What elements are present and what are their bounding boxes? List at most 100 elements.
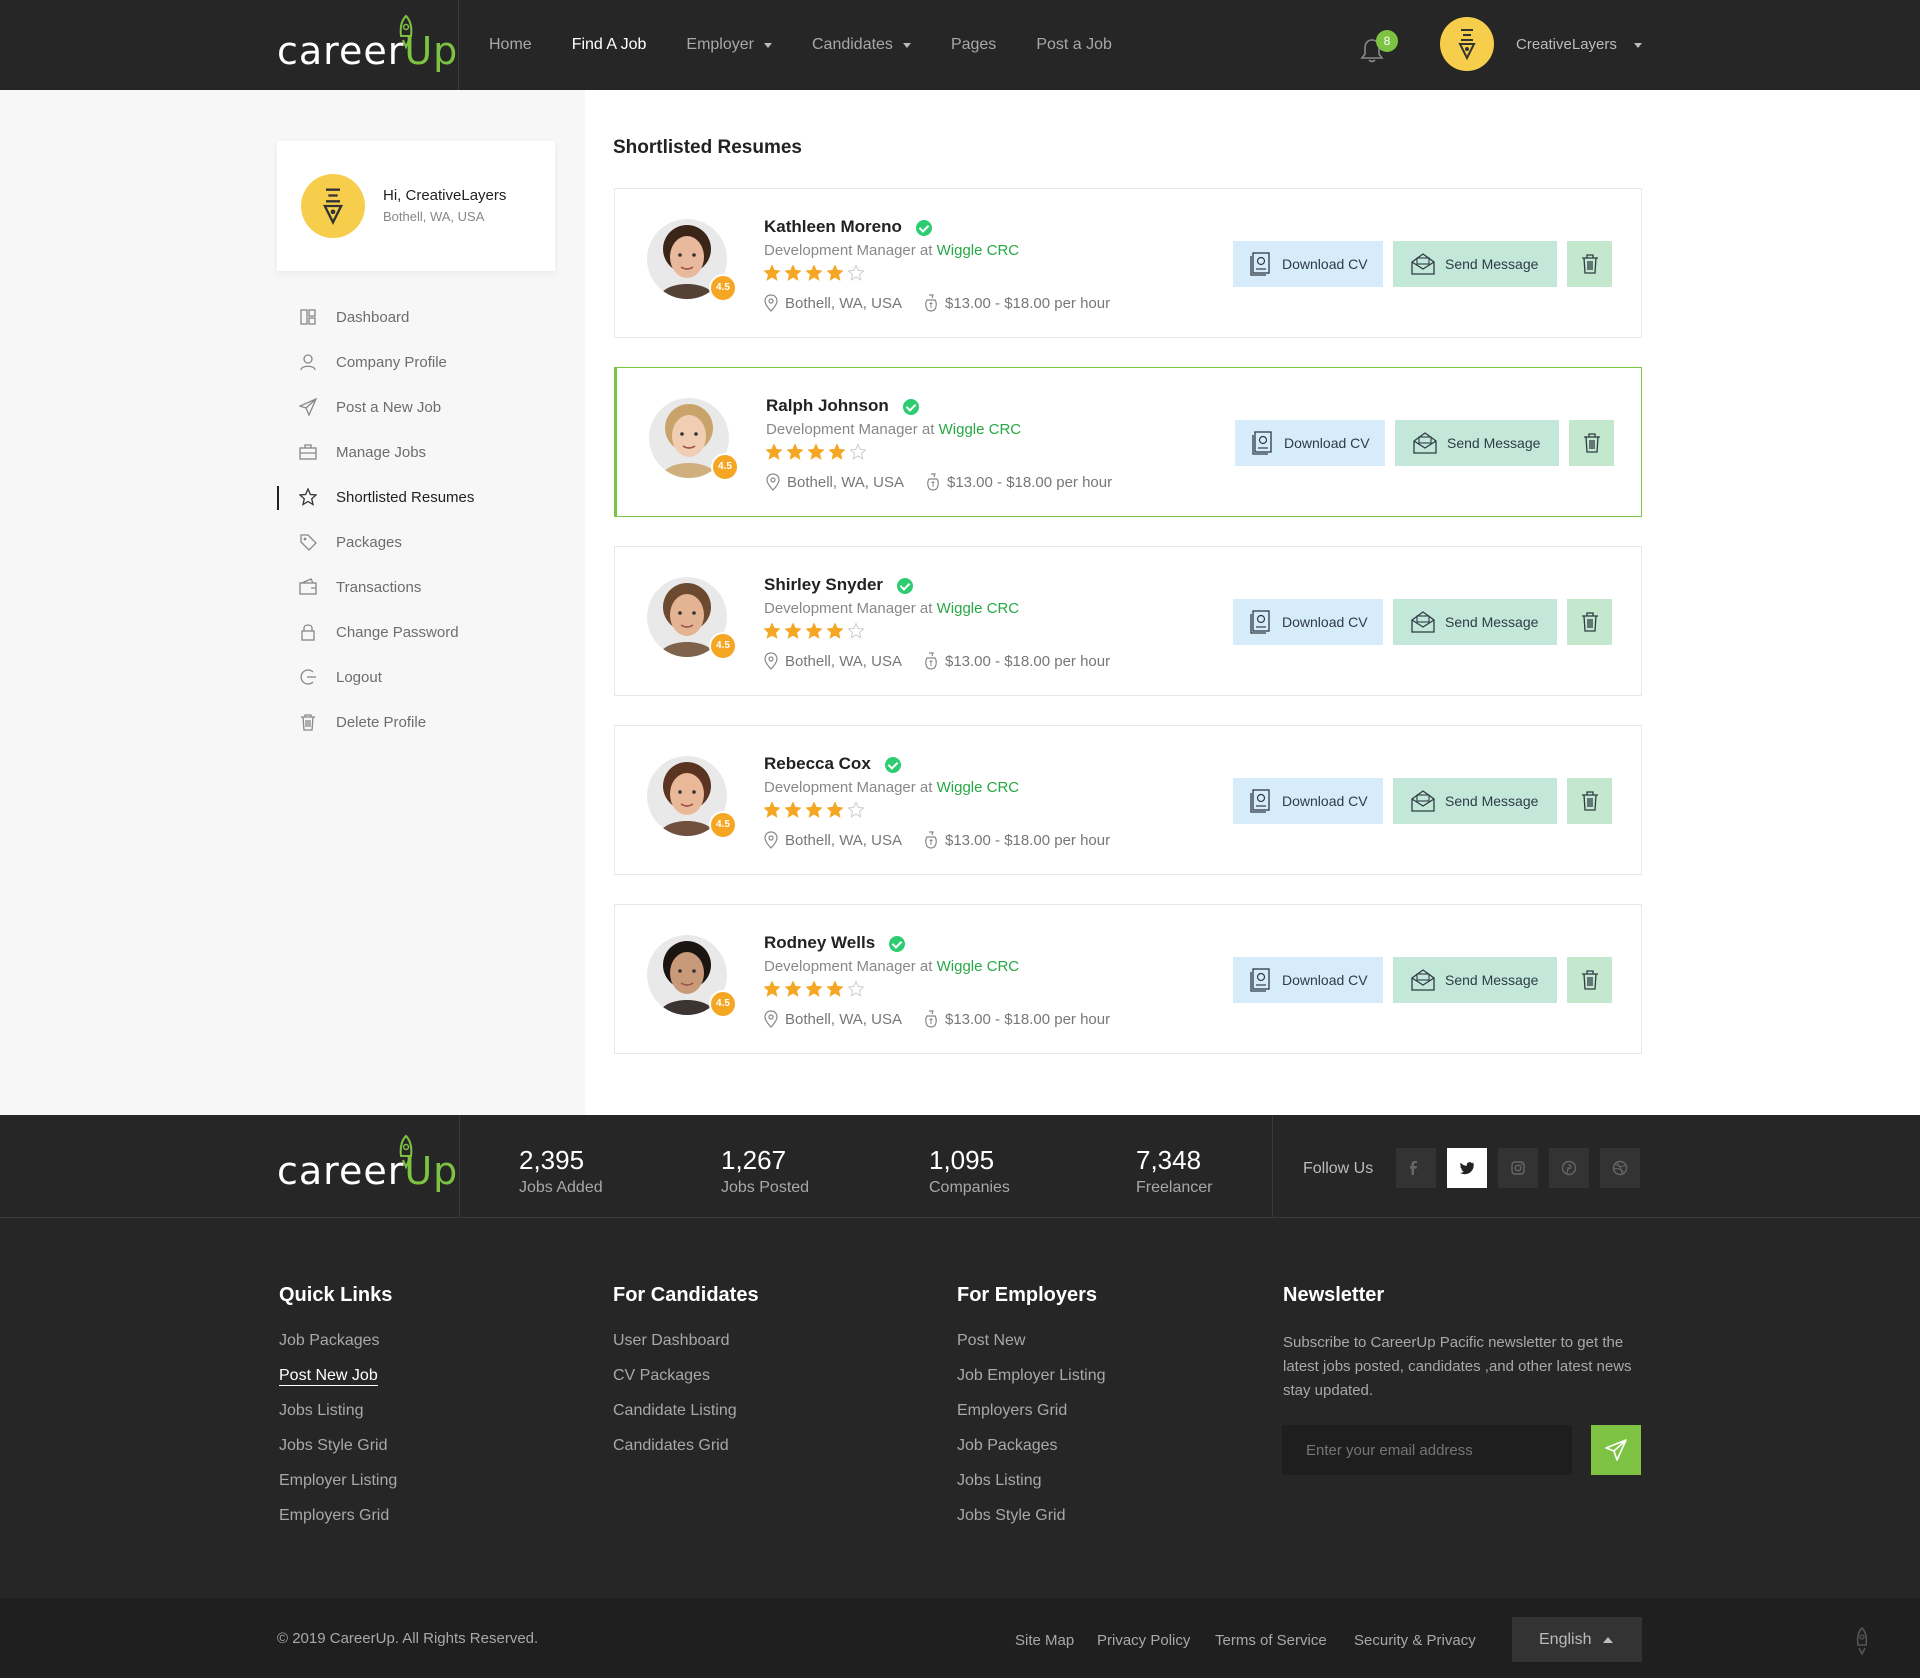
sidebar-item[interactable]: Packages <box>277 520 557 565</box>
download-cv-button[interactable]: Download CV <box>1233 957 1383 1003</box>
footer-link[interactable]: Post New <box>957 1331 1106 1366</box>
stat-value: 2,395 <box>519 1145 585 1175</box>
nav-item[interactable]: Find A Job <box>572 36 647 54</box>
footer-link[interactable]: Employer Listing <box>279 1471 397 1506</box>
pinterest-button[interactable] <box>1549 1148 1589 1188</box>
candidate-location: Bothell, WA, USA <box>785 652 902 670</box>
candidate-name[interactable]: Rodney Wells <box>764 933 875 953</box>
footer-link[interactable]: Employers Grid <box>279 1506 397 1541</box>
candidate-location: Bothell, WA, USA <box>785 1010 902 1028</box>
location-pin-icon <box>764 1010 778 1028</box>
delete-button[interactable] <box>1567 957 1612 1003</box>
candidate-card: 4.5 Kathleen Moreno Development Manager at… <box>614 188 1642 338</box>
download-cv-button[interactable]: Download CV <box>1233 778 1383 824</box>
footer-link-label: Employer Listing <box>279 1472 398 1489</box>
footer-link[interactable]: Post New Job <box>279 1366 397 1401</box>
logo[interactable]: careerUp <box>277 14 458 76</box>
footer-link[interactable]: Jobs Listing <box>957 1471 1106 1506</box>
sidebar-item[interactable]: Company Profile <box>277 340 557 385</box>
bottom-link[interactable]: Terms of Service <box>1215 1632 1327 1649</box>
newsletter-submit-button[interactable] <box>1591 1425 1641 1475</box>
delete-button[interactable] <box>1569 420 1614 466</box>
footer-column: Quick Links Job Packages Post New Job Jobs … <box>279 1284 397 1541</box>
candidate-name[interactable]: Shirley Snyder <box>764 575 883 595</box>
footer-link[interactable]: Job Packages <box>279 1331 397 1366</box>
footer-link-label: User Dashboard <box>613 1332 730 1349</box>
sidebar-item[interactable]: Transactions <box>277 565 557 610</box>
footer-link-label: Employers Grid <box>279 1507 390 1524</box>
footer-link[interactable]: Candidate Listing <box>613 1401 759 1436</box>
dribbble-button[interactable] <box>1600 1148 1640 1188</box>
send-message-button[interactable]: Send Message <box>1393 778 1557 824</box>
footer-link[interactable]: Jobs Style Grid <box>279 1436 397 1471</box>
sidebar-item[interactable]: Manage Jobs <box>277 430 557 475</box>
nav-item[interactable]: Post a Job <box>1036 36 1112 54</box>
dashboard-icon <box>300 309 316 325</box>
footer-link[interactable]: CV Packages <box>613 1366 759 1401</box>
sidebar-item[interactable]: Logout <box>277 655 557 700</box>
trash-icon <box>1583 433 1600 453</box>
role-text: Development Manager at <box>766 421 935 438</box>
delete-button[interactable] <box>1567 241 1612 287</box>
candidate-name[interactable]: Kathleen Moreno <box>764 217 902 237</box>
company-link[interactable]: Wiggle CRC <box>937 242 1020 259</box>
user-avatar[interactable] <box>1440 17 1494 71</box>
instagram-button[interactable] <box>1498 1148 1538 1188</box>
candidate-rate: $13.00 - $18.00 per hour <box>946 473 1113 491</box>
back-to-top-rocket-icon[interactable] <box>1851 1626 1873 1656</box>
pen-logo-icon <box>322 188 344 225</box>
sidebar-item[interactable]: Delete Profile <box>277 700 557 745</box>
footer-link[interactable]: Candidates Grid <box>613 1436 759 1471</box>
nav-item[interactable]: Candidates <box>812 36 911 54</box>
twitter-button[interactable] <box>1447 1148 1487 1188</box>
sidebar-item[interactable]: Post a New Job <box>277 385 557 430</box>
footer-stat: 1,095 Companies <box>929 1145 1010 1197</box>
company-link[interactable]: Wiggle CRC <box>937 958 1020 975</box>
footer-link[interactable]: Job Employer Listing <box>957 1366 1106 1401</box>
candidate-name[interactable]: Ralph Johnson <box>766 396 889 416</box>
footer-divider <box>459 1115 460 1217</box>
nav-item[interactable]: Employer <box>686 36 772 54</box>
chevron-down-icon <box>902 42 911 48</box>
footer-link[interactable]: Jobs Style Grid <box>957 1506 1106 1541</box>
footer-link[interactable]: Employers Grid <box>957 1401 1106 1436</box>
chevron-down-icon[interactable] <box>1634 43 1642 48</box>
facebook-button[interactable] <box>1396 1148 1436 1188</box>
footer-link[interactable]: Jobs Listing <box>279 1401 397 1436</box>
send-message-button[interactable]: Send Message <box>1393 957 1557 1003</box>
bottom-link[interactable]: Site Map <box>1015 1632 1074 1649</box>
footer-link[interactable]: Job Packages <box>957 1436 1106 1471</box>
document-icon <box>1250 789 1270 813</box>
nav-item[interactable]: Home <box>489 36 532 54</box>
nav-item[interactable]: Pages <box>951 36 996 54</box>
delete-button[interactable] <box>1567 599 1612 645</box>
candidate-name[interactable]: Rebecca Cox <box>764 754 871 774</box>
bottom-link[interactable]: Security & Privacy <box>1354 1632 1476 1649</box>
language-selector[interactable]: English <box>1512 1617 1642 1662</box>
send-message-button[interactable]: Send Message <box>1393 241 1557 287</box>
download-cv-button[interactable]: Download CV <box>1233 241 1383 287</box>
footer-link[interactable]: User Dashboard <box>613 1331 759 1366</box>
envelope-icon <box>1411 969 1435 991</box>
delete-button[interactable] <box>1567 778 1612 824</box>
newsletter-email-input[interactable] <box>1282 1425 1572 1475</box>
download-cv-button[interactable]: Download CV <box>1233 599 1383 645</box>
company-link[interactable]: Wiggle CRC <box>939 421 1022 438</box>
footer-logo[interactable]: careerUp <box>277 1134 458 1196</box>
star-filled-icon <box>785 265 801 281</box>
bottom-link[interactable]: Privacy Policy <box>1097 1632 1190 1649</box>
company-link[interactable]: Wiggle CRC <box>937 779 1020 796</box>
download-cv-button[interactable]: Download CV <box>1235 420 1385 466</box>
profile-card: Hi, CreativeLayers Bothell, WA, USA <box>277 141 555 271</box>
company-link[interactable]: Wiggle CRC <box>937 600 1020 617</box>
sidebar-item[interactable]: Shortlisted Resumes <box>277 475 557 520</box>
user-menu-name[interactable]: CreativeLayers <box>1516 36 1617 53</box>
sidebar-item[interactable]: Change Password <box>277 610 557 655</box>
profile-avatar <box>301 174 365 238</box>
star-rating <box>764 802 869 818</box>
send-message-button[interactable]: Send Message <box>1393 599 1557 645</box>
footer-link-label: CV Packages <box>613 1367 710 1384</box>
sidebar-item[interactable]: Dashboard <box>277 295 557 340</box>
star-filled-icon <box>806 802 822 818</box>
send-message-button[interactable]: Send Message <box>1395 420 1559 466</box>
